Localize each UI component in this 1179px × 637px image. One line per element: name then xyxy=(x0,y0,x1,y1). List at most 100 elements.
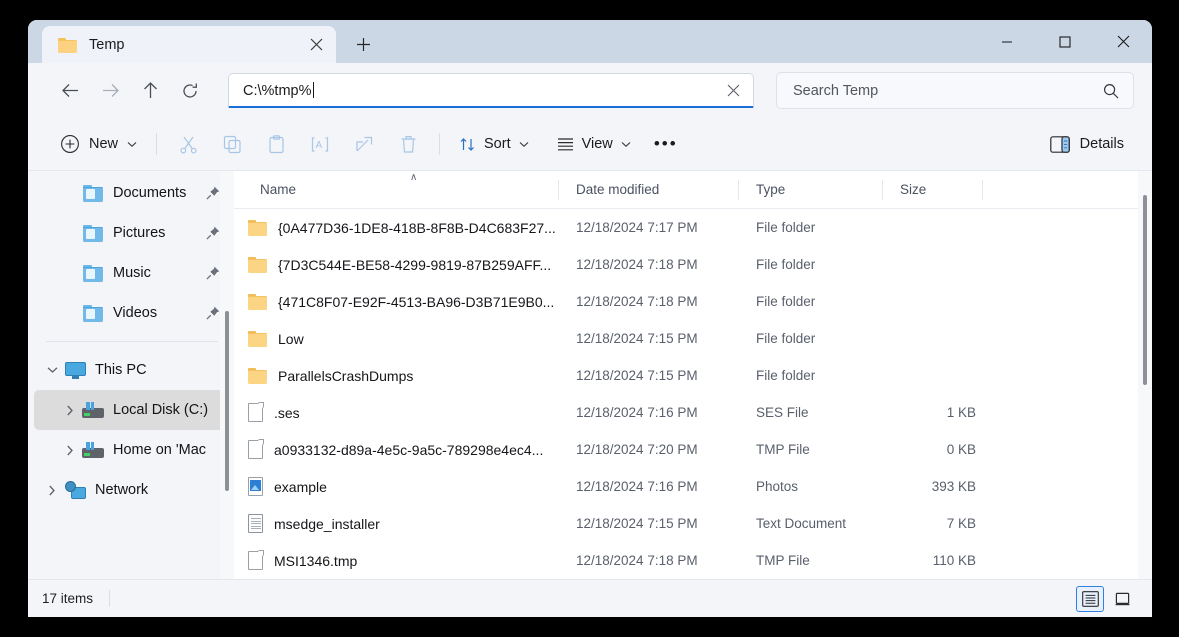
file-name-label: msedge_installer xyxy=(274,515,380,532)
search-box[interactable]: Search Temp xyxy=(776,72,1134,109)
file-list-scrollbar-thumb[interactable] xyxy=(1143,195,1147,385)
folder-videos-icon xyxy=(82,304,104,322)
sort-button[interactable]: Sort xyxy=(449,127,539,161)
file-name-label: ParallelsCrashDumps xyxy=(278,367,414,384)
file-name-cell: msedge_installer xyxy=(234,514,558,533)
forward-button[interactable] xyxy=(90,73,130,109)
file-date-cell: 12/18/2024 7:17 PM xyxy=(576,220,698,235)
view-button[interactable]: View xyxy=(547,127,641,161)
table-row[interactable]: ParallelsCrashDumps 12/18/2024 7:15 PM Fil… xyxy=(234,357,1152,394)
up-button[interactable] xyxy=(130,73,170,109)
sidebar-item-network[interactable]: Network xyxy=(34,470,228,510)
details-view-button[interactable] xyxy=(1076,585,1104,612)
pin-icon[interactable] xyxy=(206,266,220,280)
folder-documents-icon xyxy=(82,184,104,202)
column-header-size[interactable]: Size xyxy=(882,171,982,209)
chevron-down-icon[interactable] xyxy=(40,358,64,382)
file-name-label: example xyxy=(274,478,327,495)
file-date-cell: 12/18/2024 7:16 PM xyxy=(576,479,698,494)
photo-file-icon xyxy=(248,477,263,496)
chevron-right-icon[interactable] xyxy=(58,398,82,422)
cut-button[interactable] xyxy=(166,127,210,161)
file-name-cell: Low xyxy=(234,330,558,347)
more-options-button[interactable]: ••• xyxy=(647,127,685,161)
close-icon[interactable] xyxy=(1094,20,1152,63)
sidebar-item-videos[interactable]: Videos xyxy=(34,293,228,333)
minimize-icon[interactable] xyxy=(978,20,1036,63)
table-row[interactable]: {471C8F07-E92F-4513-BA96-D3B71E9B0... 12/… xyxy=(234,283,1152,320)
table-row[interactable]: {7D3C544E-BE58-4299-9819-87B259AFF... 12/… xyxy=(234,246,1152,283)
this-pc-icon xyxy=(64,361,86,379)
table-row[interactable]: Low 12/18/2024 7:15 PM File folder xyxy=(234,320,1152,357)
file-type-cell: Text Document xyxy=(756,516,847,531)
column-header-name[interactable]: Name ∧ xyxy=(234,171,558,209)
sidebar-item-documents[interactable]: Documents xyxy=(34,173,228,213)
column-header-date-modified[interactable]: Date modified xyxy=(558,171,738,209)
file-size-cell: 110 KB xyxy=(932,553,976,568)
sidebar-item-label: Videos xyxy=(113,305,158,321)
file-size-cell: 7 KB xyxy=(946,516,976,531)
file-size-cell: 393 KB xyxy=(931,479,976,494)
table-row[interactable]: a0933132-d89a-4e5c-9a5c-789298e4ec4... 12… xyxy=(234,431,1152,468)
file-date-cell: 12/18/2024 7:18 PM xyxy=(576,257,698,272)
refresh-button[interactable] xyxy=(170,73,210,109)
file-list-scrollbar[interactable] xyxy=(1138,171,1152,579)
details-pane-button[interactable]: Details xyxy=(1042,127,1132,161)
folder-icon xyxy=(248,367,267,384)
pin-icon[interactable] xyxy=(206,186,220,200)
sort-arrows-icon xyxy=(459,136,476,153)
sidebar-item-local-disk-c[interactable]: Local Disk (C:) xyxy=(34,390,228,430)
item-count-label: 17 items xyxy=(42,591,94,606)
sidebar-item-this-pc[interactable]: This PC xyxy=(34,350,228,390)
share-button[interactable] xyxy=(342,127,386,161)
file-icon xyxy=(248,439,264,459)
table-row[interactable]: example 12/18/2024 7:16 PM Photos 393 KB xyxy=(234,468,1152,505)
column-headers: Name ∧ Date modified Type Size xyxy=(234,171,1152,209)
column-header-type[interactable]: Type xyxy=(738,171,882,209)
clear-address-icon[interactable] xyxy=(719,76,747,104)
chevron-right-icon[interactable] xyxy=(58,438,82,462)
text-file-icon xyxy=(248,514,263,533)
copy-button[interactable] xyxy=(210,127,254,161)
sidebar-item-label: Documents xyxy=(113,185,187,201)
file-name-label: {7D3C544E-BE58-4299-9819-87B259AFF... xyxy=(278,256,552,273)
sidebar-item-label: Pictures xyxy=(113,225,166,241)
sidebar-item-label: Music xyxy=(113,265,151,281)
tab-temp[interactable]: Temp xyxy=(42,26,336,63)
folder-icon xyxy=(58,37,77,53)
sidebar-item-pictures[interactable]: Pictures xyxy=(34,213,228,253)
file-name-cell: example xyxy=(234,477,558,496)
new-button-label: New xyxy=(89,136,119,152)
address-input[interactable]: C:\%tmp% xyxy=(243,82,719,99)
chevron-right-icon[interactable] xyxy=(40,478,64,502)
new-tab-icon[interactable] xyxy=(346,27,380,61)
chevron-down-icon xyxy=(127,141,137,148)
new-button[interactable]: New xyxy=(54,127,147,161)
maximize-icon[interactable] xyxy=(1036,20,1094,63)
close-tab-icon[interactable] xyxy=(302,32,330,58)
address-bar[interactable]: C:\%tmp% xyxy=(228,73,754,108)
toolbar-divider xyxy=(439,133,441,155)
pin-icon[interactable] xyxy=(206,306,220,320)
pin-icon[interactable] xyxy=(206,226,220,240)
table-row[interactable]: MSI1346.tmp 12/18/2024 7:18 PM TMP File 110… xyxy=(234,542,1152,579)
sidebar-item-music[interactable]: Music xyxy=(34,253,228,293)
sidebar-item-home-on-mac[interactable]: Home on 'Mac xyxy=(34,430,228,470)
sidebar-scrollbar[interactable] xyxy=(220,171,234,579)
back-button[interactable] xyxy=(50,73,90,109)
rename-button[interactable]: A xyxy=(298,127,342,161)
table-row[interactable]: .ses 12/18/2024 7:16 PM SES File 1 KB xyxy=(234,394,1152,431)
paste-button[interactable] xyxy=(254,127,298,161)
file-date-cell: 12/18/2024 7:20 PM xyxy=(576,442,698,457)
folder-icon xyxy=(248,330,267,347)
search-input[interactable]: Search Temp xyxy=(793,83,1103,99)
large-icons-view-button[interactable] xyxy=(1108,586,1136,612)
file-date-cell: 12/18/2024 7:18 PM xyxy=(576,294,698,309)
table-row[interactable]: msedge_installer 12/18/2024 7:15 PM Text D… xyxy=(234,505,1152,542)
sort-ascending-icon: ∧ xyxy=(410,171,418,183)
sidebar-item-label: Local Disk (C:) xyxy=(113,402,209,418)
sidebar-scrollbar-thumb[interactable] xyxy=(225,311,229,491)
delete-button[interactable] xyxy=(386,127,430,161)
table-row[interactable]: {0A477D36-1DE8-418B-8F8B-D4C683F27... 12/… xyxy=(234,209,1152,246)
file-size-cell: 1 KB xyxy=(946,405,976,420)
